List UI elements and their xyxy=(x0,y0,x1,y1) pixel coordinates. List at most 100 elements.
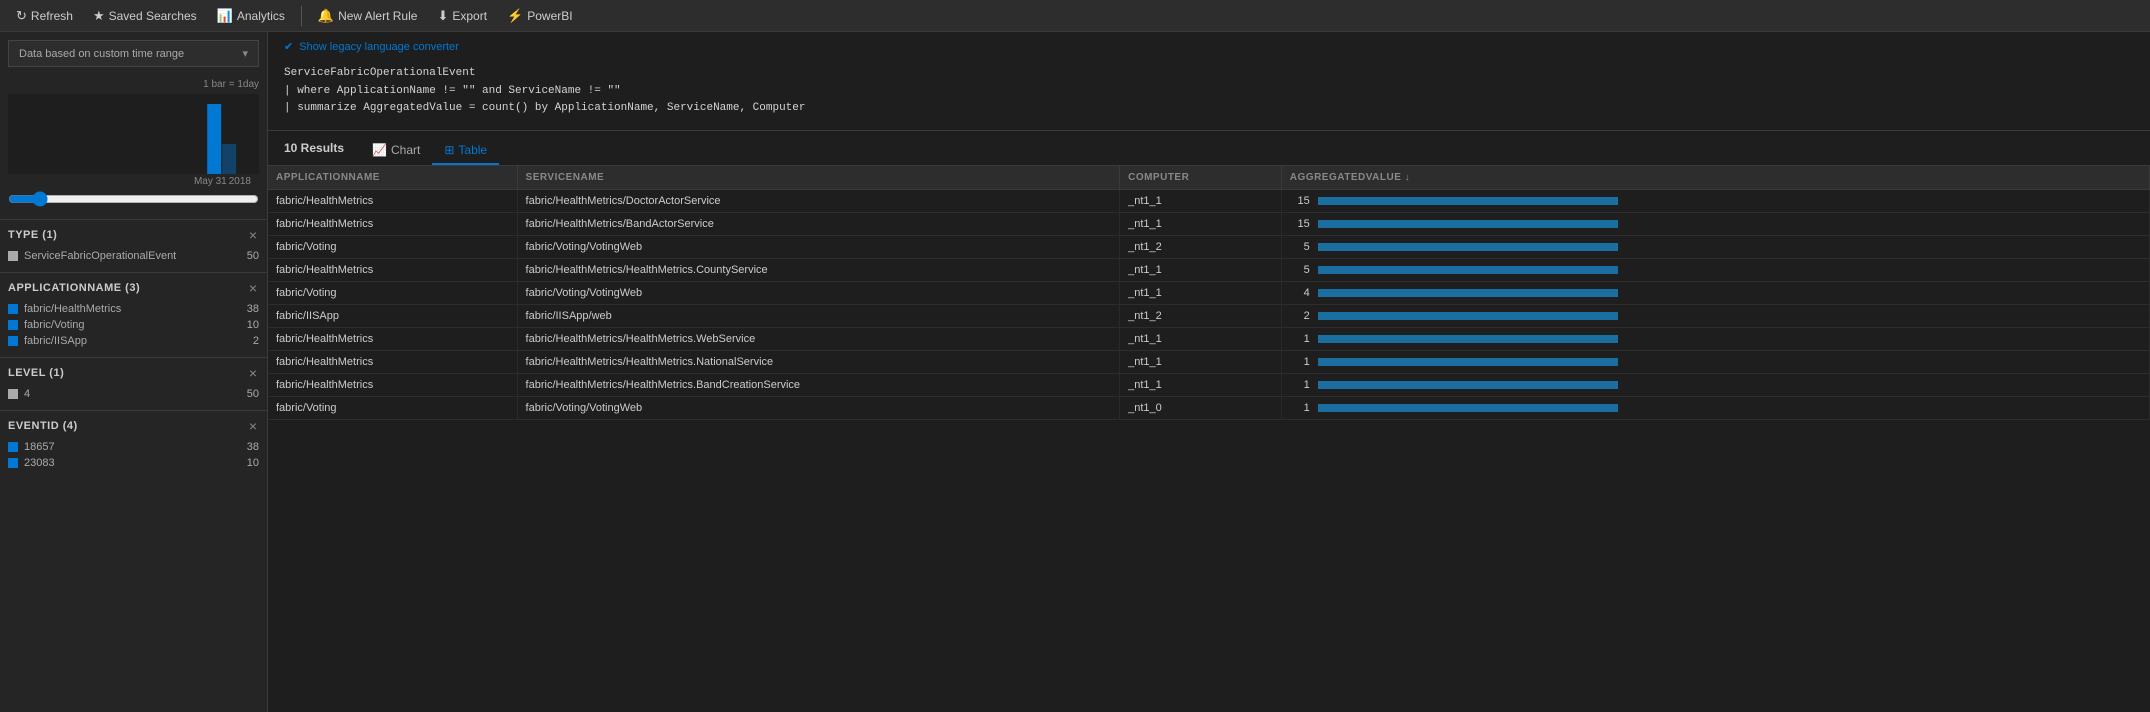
cell-applicationname: fabric/IISApp xyxy=(268,304,517,327)
cell-applicationname: fabric/HealthMetrics xyxy=(268,258,517,281)
cell-applicationname: fabric/HealthMetrics xyxy=(268,373,517,396)
cell-servicename: fabric/HealthMetrics/HealthMetrics.Count… xyxy=(517,258,1120,281)
time-range-slider[interactable] xyxy=(8,191,259,207)
filter-section-level: LEVEL (1)× 4 50 xyxy=(0,357,267,410)
filter-row[interactable]: fabric/HealthMetrics38 xyxy=(8,301,259,317)
table-row[interactable]: fabric/HealthMetricsfabric/HealthMetrics… xyxy=(268,373,2150,396)
filter-item-label: fabric/IISApp xyxy=(24,335,87,347)
filter-item-count: 2 xyxy=(253,335,259,347)
cell-aggregatedvalue: 5 xyxy=(1281,235,2149,258)
table-row[interactable]: fabric/IISAppfabric/IISApp/web_nt1_22 xyxy=(268,304,2150,327)
filter-close-applicationname[interactable]: × xyxy=(247,281,259,295)
table-row[interactable]: fabric/Votingfabric/Voting/VotingWeb_nt1… xyxy=(268,235,2150,258)
cell-aggregatedvalue: 15 xyxy=(1281,189,2149,212)
analytics-button[interactable]: 📊 Analytics xyxy=(209,2,293,30)
aggregated-value: 5 xyxy=(1290,241,1310,253)
cell-aggregatedvalue: 1 xyxy=(1281,373,2149,396)
table-header-row: APPLICATIONNAME SERVICENAME COMPUTER AGG… xyxy=(268,166,2150,190)
filter-header-level: LEVEL (1)× xyxy=(8,366,259,380)
cell-applicationname: fabric/Voting xyxy=(268,235,517,258)
refresh-icon: ↻ xyxy=(16,8,27,24)
saved-searches-button[interactable]: ★ Saved Searches xyxy=(85,2,205,30)
refresh-button[interactable]: ↻ Refresh xyxy=(8,2,81,30)
filter-color-swatch xyxy=(8,251,18,261)
filter-header-applicationname: APPLICATIONNAME (3)× xyxy=(8,281,259,295)
table-row[interactable]: fabric/HealthMetricsfabric/HealthMetrics… xyxy=(268,350,2150,373)
filter-row[interactable]: ServiceFabricOperationalEvent 50 xyxy=(8,248,259,264)
filter-item-count: 10 xyxy=(247,457,259,469)
cell-servicename: fabric/HealthMetrics/HealthMetrics.WebSe… xyxy=(517,327,1120,350)
cell-applicationname: fabric/HealthMetrics xyxy=(268,350,517,373)
table-row[interactable]: fabric/HealthMetricsfabric/HealthMetrics… xyxy=(268,258,2150,281)
analytics-icon: 📊 xyxy=(217,8,233,24)
filter-close-level[interactable]: × xyxy=(247,366,259,380)
table-row[interactable]: fabric/HealthMetricsfabric/HealthMetrics… xyxy=(268,189,2150,212)
aggregated-value: 1 xyxy=(1290,333,1310,345)
histogram-chart[interactable] xyxy=(8,94,259,174)
powerbi-button[interactable]: ⚡ PowerBI xyxy=(499,2,581,30)
aggregated-value: 1 xyxy=(1290,379,1310,391)
legacy-toggle-label: Show legacy language converter xyxy=(299,41,459,53)
cell-servicename: fabric/Voting/VotingWeb xyxy=(517,396,1120,419)
filter-item-label: fabric/Voting xyxy=(24,319,85,331)
filter-item-label: 18657 xyxy=(24,441,55,453)
chart-tab-icon: 📈 xyxy=(372,143,387,157)
filter-row[interactable]: 18657 38 xyxy=(8,439,259,455)
bell-icon: 🔔 xyxy=(318,8,334,24)
col-computer[interactable]: COMPUTER xyxy=(1120,166,1282,190)
table-row[interactable]: fabric/Votingfabric/Voting/VotingWeb_nt1… xyxy=(268,396,2150,419)
col-aggregatedvalue[interactable]: AGGREGATEDVALUE ↓ xyxy=(1281,166,2149,190)
legacy-toggle[interactable]: ✔ Show legacy language converter xyxy=(284,40,2134,53)
cell-servicename: fabric/HealthMetrics/HealthMetrics.BandC… xyxy=(517,373,1120,396)
filter-section-applicationname: APPLICATIONNAME (3)× fabric/HealthMetrics… xyxy=(0,272,267,357)
filter-close-eventid[interactable]: × xyxy=(247,419,259,433)
filter-color-swatch xyxy=(8,458,18,468)
table-row[interactable]: fabric/Votingfabric/Voting/VotingWeb_nt1… xyxy=(268,281,2150,304)
filter-color-swatch xyxy=(8,304,18,314)
table-row[interactable]: fabric/HealthMetricsfabric/HealthMetrics… xyxy=(268,327,2150,350)
filter-row[interactable]: 4 50 xyxy=(8,386,259,402)
export-button[interactable]: ⬇ Export xyxy=(429,2,495,30)
filter-item-count: 50 xyxy=(247,250,259,262)
query-line3: | summarize AggregatedValue = count() by… xyxy=(284,100,2134,118)
filter-row[interactable]: 2308310 xyxy=(8,455,259,471)
filter-title-type: TYPE (1) xyxy=(8,229,57,241)
separator xyxy=(301,6,302,26)
filter-item-label: 4 xyxy=(24,388,30,400)
main-layout: Data based on custom time range ▾ 1 bar … xyxy=(0,32,2150,712)
tab-chart[interactable]: 📈 Chart xyxy=(360,137,432,165)
filter-row[interactable]: fabric/IISApp 2 xyxy=(8,333,259,349)
value-bar xyxy=(1318,289,1618,297)
value-bar xyxy=(1318,220,1618,228)
filter-item-label: ServiceFabricOperationalEvent xyxy=(24,250,176,262)
filter-item-count: 50 xyxy=(247,388,259,400)
filter-title-eventid: EVENTID (4) xyxy=(8,420,78,432)
tab-table[interactable]: ⊞ Table xyxy=(432,137,499,165)
col-servicename[interactable]: SERVICENAME xyxy=(517,166,1120,190)
cell-servicename: fabric/Voting/VotingWeb xyxy=(517,235,1120,258)
value-bar xyxy=(1318,243,1618,251)
filter-item-count: 10 xyxy=(247,319,259,331)
histogram-date: May 31 xyxy=(194,176,227,187)
filter-item-label: fabric/HealthMetrics xyxy=(24,303,121,315)
filter-color-swatch xyxy=(8,389,18,399)
histogram-year: 2018 xyxy=(229,176,251,187)
filter-header-type: TYPE (1) × xyxy=(8,228,259,242)
cell-computer: _nt1_1 xyxy=(1120,281,1282,304)
histogram-bar-label: 1 bar = 1day xyxy=(8,79,259,90)
filter-row[interactable]: fabric/Voting 10 xyxy=(8,317,259,333)
time-range-selector[interactable]: Data based on custom time range ▾ xyxy=(8,40,259,67)
new-alert-button[interactable]: 🔔 New Alert Rule xyxy=(310,2,426,30)
table-row[interactable]: fabric/HealthMetricsfabric/HealthMetrics… xyxy=(268,212,2150,235)
filter-sections: TYPE (1) × ServiceFabricOperationalEvent 50… xyxy=(0,219,267,479)
col-applicationname[interactable]: APPLICATIONNAME xyxy=(268,166,517,190)
results-table-container: APPLICATIONNAME SERVICENAME COMPUTER AGG… xyxy=(268,166,2150,712)
cell-applicationname: fabric/HealthMetrics xyxy=(268,327,517,350)
check-icon: ✔ xyxy=(284,40,293,53)
cell-computer: _nt1_1 xyxy=(1120,373,1282,396)
filter-item-count: 38 xyxy=(247,441,259,453)
filter-close-type[interactable]: × xyxy=(247,228,259,242)
cell-computer: _nt1_2 xyxy=(1120,235,1282,258)
query-box[interactable]: ServiceFabricOperationalEvent | where Ap… xyxy=(284,61,2134,122)
cell-computer: _nt1_1 xyxy=(1120,189,1282,212)
